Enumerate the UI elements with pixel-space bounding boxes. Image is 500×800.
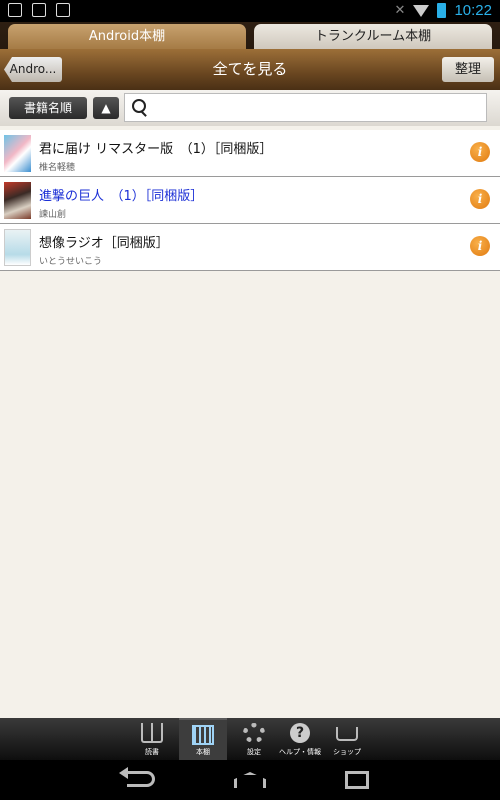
book-author: 椎名軽穂 bbox=[39, 163, 76, 173]
filter-bar: 書籍名順 ▲ bbox=[0, 90, 500, 126]
tab-shop[interactable]: ショップ bbox=[323, 718, 371, 760]
battery-icon bbox=[437, 3, 447, 18]
tab-label: 読書 bbox=[145, 748, 159, 756]
book-author: いとうせいこう bbox=[39, 257, 103, 267]
system-icons: ✕ 10:22 bbox=[395, 2, 492, 19]
page-title: 全てを見る bbox=[212, 60, 288, 78]
tab-label: ショップ bbox=[333, 748, 361, 756]
book-title: 進撃の巨人 （1）［同梱版］ bbox=[39, 189, 204, 204]
info-icon[interactable]: i bbox=[470, 189, 490, 209]
store-notification-icon bbox=[56, 3, 70, 17]
download-notification-icon bbox=[32, 3, 46, 17]
bottom-tab-bar: 読書 本棚 設定 ? ヘルプ・情報 ショップ bbox=[0, 718, 500, 760]
info-icon[interactable]: i bbox=[470, 236, 490, 256]
tab-label: ヘルプ・情報 bbox=[279, 748, 321, 756]
app-header: Android本棚 トランクルーム本棚 全てを見る Andro... 整理 bbox=[0, 22, 500, 90]
notification-icons bbox=[8, 3, 70, 17]
bookshelf-icon bbox=[192, 725, 214, 745]
nav-back-icon[interactable] bbox=[119, 767, 155, 787]
organize-button[interactable]: 整理 bbox=[442, 57, 494, 82]
search-icon bbox=[132, 99, 146, 113]
tab-reading[interactable]: 読書 bbox=[128, 718, 176, 760]
nav-recent-apps-icon[interactable] bbox=[345, 771, 369, 789]
info-icon[interactable]: i bbox=[470, 142, 490, 162]
sort-order-button[interactable]: ▲ bbox=[93, 97, 119, 119]
status-bar: ✕ 10:22 bbox=[0, 0, 500, 22]
book-list: 君に届け リマスター版 （1）［同梱版］ 椎名軽穂 i 進撃の巨人 （1）［同梱… bbox=[0, 130, 500, 271]
book-author: 諫山創 bbox=[39, 210, 67, 220]
book-cover[interactable] bbox=[4, 135, 31, 172]
tab-bookshelf[interactable]: 本棚 bbox=[179, 718, 227, 760]
system-nav-bar bbox=[0, 760, 500, 800]
book-title: 君に届け リマスター版 （1）［同梱版］ bbox=[39, 142, 273, 157]
book-row[interactable]: 進撃の巨人 （1）［同梱版］ 諫山創 i bbox=[0, 177, 500, 224]
clock: 10:22 bbox=[454, 2, 492, 19]
gallery-notification-icon bbox=[8, 3, 22, 17]
book-open-icon bbox=[141, 723, 163, 743]
tab-label: 設定 bbox=[247, 748, 261, 756]
book-title: 想像ラジオ［同梱版］ bbox=[39, 236, 169, 251]
search-input[interactable] bbox=[151, 96, 485, 120]
cart-icon bbox=[336, 727, 358, 741]
tab-trunk-room-shelf[interactable]: トランクルーム本棚 bbox=[254, 24, 492, 49]
tab-label: 本棚 bbox=[196, 748, 210, 756]
tab-android-shelf[interactable]: Android本棚 bbox=[8, 24, 246, 49]
book-row[interactable]: 君に届け リマスター版 （1）［同梱版］ 椎名軽穂 i bbox=[0, 130, 500, 177]
book-cover[interactable] bbox=[4, 229, 31, 266]
tab-help[interactable]: ? ヘルプ・情報 bbox=[276, 718, 324, 760]
back-button[interactable]: Andro... bbox=[4, 57, 62, 82]
title-bar: 全てを見る Andro... 整理 bbox=[0, 49, 500, 90]
book-cover[interactable] bbox=[4, 182, 31, 219]
wifi-icon bbox=[413, 4, 430, 17]
search-box[interactable] bbox=[124, 93, 487, 122]
sort-by-title-button[interactable]: 書籍名順 bbox=[9, 97, 87, 119]
no-sim-icon: ✕ bbox=[394, 3, 406, 18]
gear-icon bbox=[243, 723, 265, 743]
nav-home-icon[interactable] bbox=[234, 772, 266, 788]
tab-settings[interactable]: 設定 bbox=[230, 718, 278, 760]
help-icon: ? bbox=[290, 723, 310, 743]
book-row[interactable]: 想像ラジオ［同梱版］ いとうせいこう i bbox=[0, 224, 500, 271]
